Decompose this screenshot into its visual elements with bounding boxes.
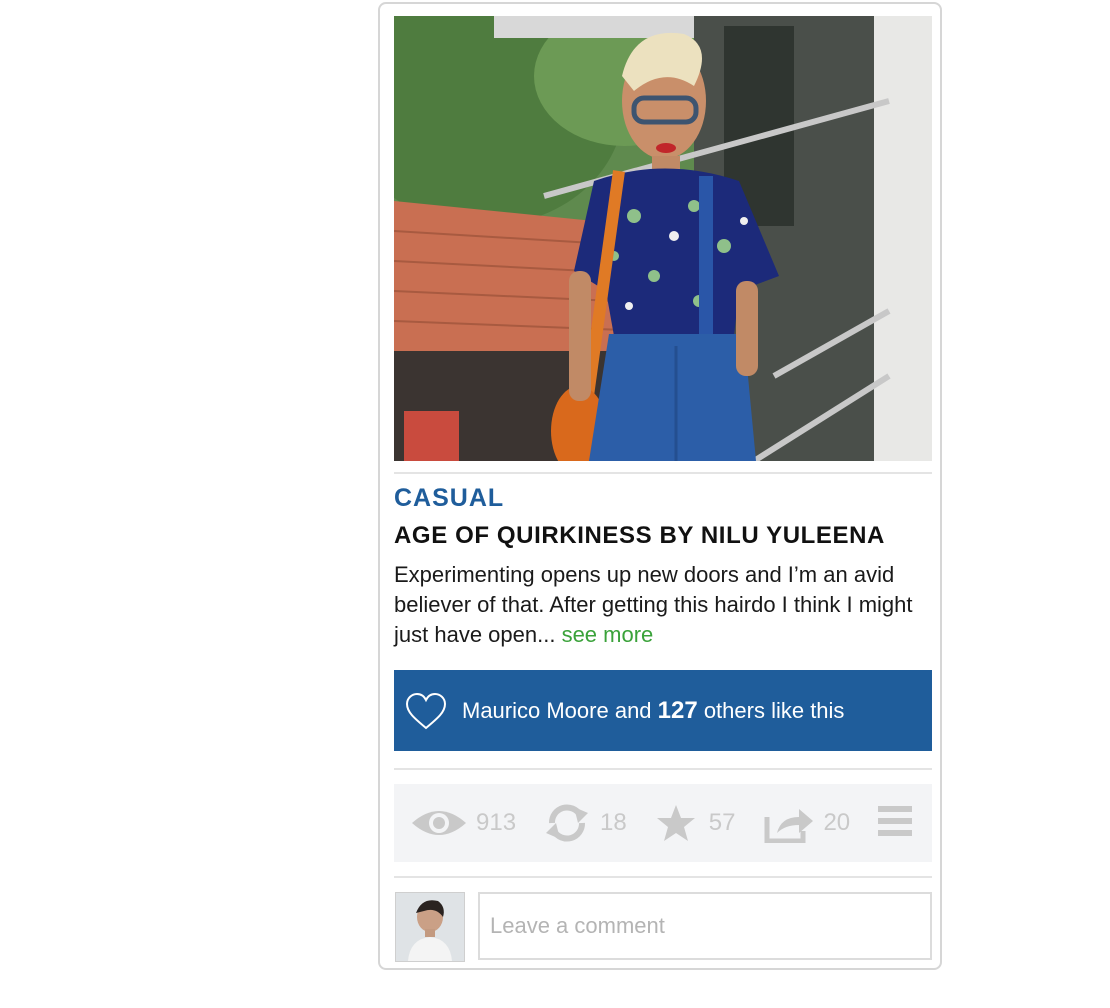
share-stat[interactable]: 20 bbox=[763, 803, 850, 843]
menu-icon bbox=[878, 805, 912, 836]
divider bbox=[394, 876, 932, 878]
repost-icon bbox=[546, 804, 589, 842]
repost-count: 18 bbox=[600, 809, 627, 836]
like-button[interactable]: Maurico Moore and 127 others like this bbox=[394, 670, 932, 751]
post-title[interactable]: AGE OF QUIRKINESS BY NILU YULEENA bbox=[394, 522, 885, 550]
post-category[interactable]: CASUAL bbox=[394, 484, 504, 513]
see-more-link[interactable]: see more bbox=[562, 622, 654, 647]
avatar[interactable] bbox=[395, 892, 465, 962]
more-menu-button[interactable] bbox=[878, 805, 912, 842]
favorite-stat[interactable]: 57 bbox=[655, 803, 736, 843]
comment-input[interactable] bbox=[478, 892, 932, 960]
share-count: 20 bbox=[823, 809, 851, 836]
divider bbox=[394, 768, 932, 770]
divider bbox=[394, 472, 932, 474]
favorite-count: 57 bbox=[708, 809, 736, 836]
eye-icon bbox=[412, 811, 466, 835]
post-card: CASUAL AGE OF QUIRKINESS BY NILU YULEENA… bbox=[378, 2, 942, 970]
views-count: 913 bbox=[476, 809, 517, 836]
star-icon bbox=[656, 805, 695, 841]
likes-connector: and bbox=[608, 697, 658, 723]
stats-bar: 913 18 57 20 bbox=[394, 784, 932, 862]
likes-summary: Maurico Moore and 127 others like this bbox=[462, 697, 844, 725]
post-excerpt: Experimenting opens up new doors and I’m… bbox=[394, 560, 934, 650]
post-photo[interactable] bbox=[394, 16, 932, 461]
heart-icon bbox=[405, 692, 447, 729]
repost-stat[interactable]: 18 bbox=[542, 803, 627, 843]
likes-suffix: others like this bbox=[697, 697, 845, 723]
share-icon bbox=[764, 809, 814, 843]
liker-name: Maurico Moore bbox=[462, 697, 609, 723]
likes-count: 127 bbox=[657, 696, 698, 724]
views-stat[interactable]: 913 bbox=[410, 805, 516, 841]
